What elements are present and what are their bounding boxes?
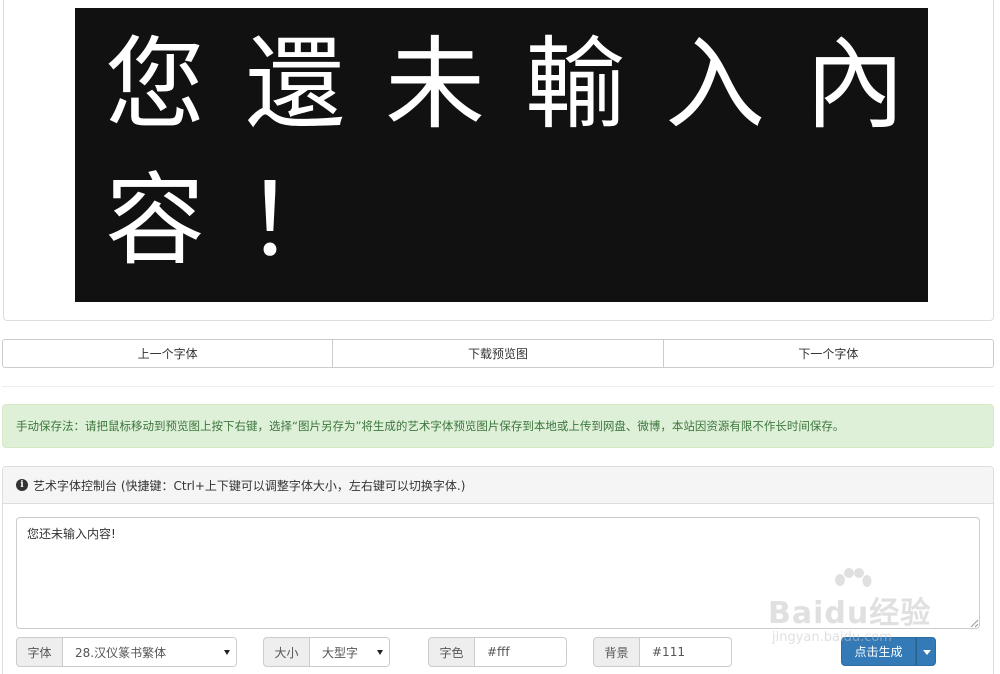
- size-label: 大小: [263, 637, 310, 667]
- console-heading: i 艺术字体控制台 (快捷键：Ctrl+上下键可以调整字体大小，左右键可以切换字…: [3, 467, 993, 504]
- bg-color-value: #111: [652, 645, 685, 659]
- size-select[interactable]: 大型字: [310, 637, 390, 667]
- info-icon: i: [16, 479, 28, 491]
- prev-font-button[interactable]: 上一个字体: [2, 339, 334, 368]
- chevron-down-icon: [923, 650, 931, 655]
- generate-button[interactable]: 点击生成: [841, 637, 916, 666]
- text-color-input[interactable]: #fff: [475, 637, 567, 667]
- text-color-label: 字色: [428, 637, 475, 667]
- font-select[interactable]: 28.汉仪篆书繁体: [63, 637, 237, 667]
- text-color-value: #fff: [487, 645, 510, 659]
- generate-button-group: 点击生成: [841, 637, 936, 666]
- art-font-console: i 艺术字体控制台 (快捷键：Ctrl+上下键可以调整字体大小，左右键可以切换字…: [2, 466, 994, 674]
- bg-color-control: 背景 #111: [593, 637, 732, 667]
- bg-color-label: 背景: [593, 637, 640, 667]
- console-title: 艺术字体控制台 (快捷键：Ctrl+上下键可以调整字体大小，左右键可以切换字体.…: [33, 478, 466, 493]
- generate-dropdown-toggle[interactable]: [916, 637, 936, 666]
- bg-color-input[interactable]: #111: [640, 637, 732, 667]
- art-font-preview-image[interactable]: 您還未輸入內 容！: [75, 8, 928, 302]
- font-select-value: 28.汉仪篆书繁体: [75, 645, 167, 660]
- save-instructions-alert: 手动保存法：请把鼠标移动到预览图上按下右键，选择“图片另存为”将生成的艺术字体预…: [2, 404, 994, 448]
- chevron-down-icon: [377, 650, 383, 655]
- size-select-value: 大型字: [322, 645, 359, 660]
- divider: [2, 386, 994, 387]
- preview-text-line-2: 容！: [105, 162, 385, 279]
- preview-nav-buttons: 上一个字体 下载预览图 下一个字体: [2, 339, 994, 368]
- chevron-down-icon: [224, 650, 230, 655]
- preview-panel: 您還未輸入內 容！: [3, 0, 994, 321]
- preview-text-line-1: 您還未輸入內: [105, 26, 928, 143]
- text-color-control: 字色 #fff: [428, 637, 567, 667]
- font-control: 字体 28.汉仪篆书繁体: [16, 637, 237, 667]
- next-font-button[interactable]: 下一个字体: [662, 339, 994, 368]
- text-content-input[interactable]: 您还未输入内容!: [16, 517, 980, 629]
- font-label: 字体: [16, 637, 63, 667]
- download-preview-button[interactable]: 下载预览图: [332, 339, 664, 368]
- resize-grip-icon[interactable]: [969, 618, 979, 628]
- size-control: 大小 大型字: [263, 637, 390, 667]
